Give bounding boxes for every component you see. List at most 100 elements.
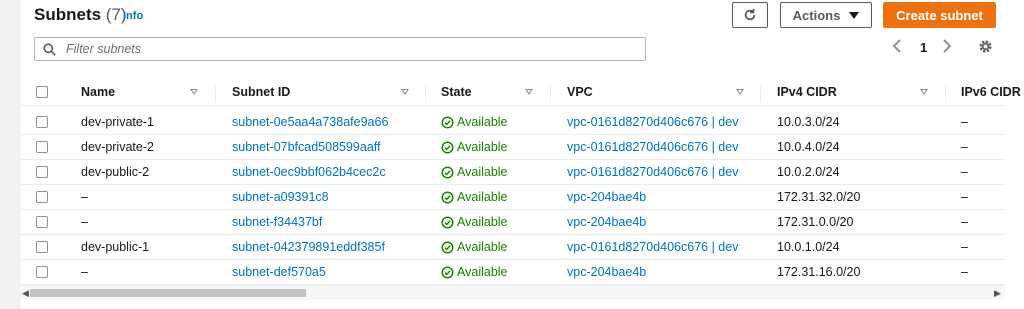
page-title: Subnets (7): [34, 5, 127, 25]
column-header-subnet-id[interactable]: Subnet ID: [232, 80, 290, 105]
select-all-checkbox[interactable]: [36, 86, 48, 98]
column-divider[interactable]: [425, 85, 426, 102]
row-checkbox[interactable]: [36, 166, 48, 178]
scroll-left-icon[interactable]: ◀: [22, 288, 29, 299]
cell-ipv6-cidr: –: [961, 115, 968, 129]
cell-name: –: [81, 265, 88, 279]
column-header-vpc[interactable]: VPC: [567, 80, 593, 105]
next-page-icon[interactable]: [942, 38, 952, 59]
cell-name: dev-private-2: [81, 140, 154, 154]
sort-icon[interactable]: [525, 89, 533, 95]
search-icon: [43, 42, 56, 56]
cell-subnet-id-link[interactable]: subnet-07bfcad508599aaff: [232, 135, 381, 159]
cell-ipv4-cidr: 172.31.16.0/20: [777, 265, 861, 279]
cell-vpc-link[interactable]: vpc-0161d8270d406c676 | dev: [567, 235, 738, 259]
cell-ipv6-cidr: –: [961, 190, 968, 204]
cell-vpc-link[interactable]: vpc-204bae4b: [567, 260, 646, 284]
scrollbar-thumb[interactable]: [30, 289, 306, 297]
column-header-name[interactable]: Name: [81, 80, 115, 105]
cell-state: Available: [441, 160, 508, 184]
refresh-icon: [744, 8, 756, 21]
caret-down-icon: [849, 11, 860, 19]
cell-vpc-link[interactable]: vpc-204bae4b: [567, 185, 646, 209]
cell-ipv4-cidr: 172.31.32.0/20: [777, 190, 861, 204]
row-checkbox[interactable]: [36, 116, 48, 128]
cell-subnet-id-link[interactable]: subnet-f34437bf: [232, 210, 322, 234]
cell-subnet-id-link[interactable]: subnet-def570a5: [232, 260, 326, 284]
sort-icon[interactable]: [190, 89, 198, 95]
column-divider[interactable]: [760, 85, 761, 102]
cell-ipv4-cidr: 10.0.1.0/24: [777, 240, 840, 254]
cell-subnet-id-link[interactable]: subnet-a09391c8: [232, 185, 329, 209]
column-divider[interactable]: [550, 85, 551, 102]
row-checkbox[interactable]: [36, 141, 48, 153]
cell-ipv6-cidr: –: [961, 215, 968, 229]
state-label: Available: [457, 165, 508, 179]
row-checkbox[interactable]: [36, 216, 48, 228]
create-subnet-button[interactable]: Create subnet: [883, 2, 996, 28]
table-row[interactable]: dev-private-1 subnet-0e5aa4a738afe9a66 A…: [20, 110, 1005, 135]
cell-state: Available: [441, 110, 508, 134]
current-page-number[interactable]: 1: [920, 40, 927, 55]
cell-name: –: [81, 215, 88, 229]
cell-ipv6-cidr: –: [961, 240, 968, 254]
cell-subnet-id-link[interactable]: subnet-0ec9bbf062b4cec2c: [232, 160, 386, 184]
column-divider[interactable]: [215, 85, 216, 102]
filter-box[interactable]: [34, 37, 646, 61]
title-text: Subnets: [34, 5, 102, 24]
cell-ipv4-cidr: 10.0.2.0/24: [777, 165, 840, 179]
table-row[interactable]: – subnet-f34437bf Available vpc-204bae4b…: [20, 210, 1005, 235]
cell-ipv6-cidr: –: [961, 140, 968, 154]
sort-icon[interactable]: [736, 89, 744, 95]
row-checkbox[interactable]: [36, 241, 48, 253]
table-row[interactable]: – subnet-a09391c8 Available vpc-204bae4b…: [20, 185, 1005, 210]
sort-icon[interactable]: [920, 89, 928, 95]
row-checkbox[interactable]: [36, 191, 48, 203]
cell-ipv6-cidr: –: [961, 165, 968, 179]
subnets-panel: Subnets (7) Info Actions Create subnet 1: [19, 0, 1024, 309]
cell-state: Available: [441, 135, 508, 159]
column-header-state[interactable]: State: [441, 80, 472, 105]
filter-input[interactable]: [64, 41, 628, 57]
cell-vpc-link[interactable]: vpc-0161d8270d406c676 | dev: [567, 110, 738, 134]
cell-state: Available: [441, 185, 508, 209]
check-circle-icon: [441, 190, 454, 204]
check-circle-icon: [441, 265, 454, 279]
table-row[interactable]: dev-public-1 subnet-042379891eddf385f Av…: [20, 235, 1005, 260]
previous-page-icon[interactable]: [892, 38, 902, 59]
actions-button[interactable]: Actions: [780, 2, 872, 28]
table-row[interactable]: – subnet-def570a5 Available vpc-204bae4b…: [20, 260, 1005, 285]
cell-subnet-id-link[interactable]: subnet-0e5aa4a738afe9a66: [232, 110, 388, 134]
column-header-ipv6-cidr[interactable]: IPv6 CIDR: [961, 80, 1021, 105]
gear-icon[interactable]: [978, 39, 993, 59]
cell-name: dev-public-1: [81, 240, 150, 254]
info-link[interactable]: Info: [123, 10, 143, 22]
state-label: Available: [457, 215, 508, 229]
cell-vpc-link[interactable]: vpc-0161d8270d406c676 | dev: [567, 135, 738, 159]
cell-name: dev-private-1: [81, 115, 154, 129]
table-row[interactable]: dev-public-2 subnet-0ec9bbf062b4cec2c Av…: [20, 160, 1005, 185]
check-circle-icon: [441, 140, 454, 154]
check-circle-icon: [441, 115, 454, 129]
check-circle-icon: [441, 165, 454, 179]
cell-vpc-link[interactable]: vpc-204bae4b: [567, 210, 646, 234]
cell-name: dev-public-2: [81, 165, 150, 179]
state-label: Available: [457, 265, 508, 279]
column-header-ipv4-cidr[interactable]: IPv4 CIDR: [777, 80, 837, 105]
cell-vpc-link[interactable]: vpc-0161d8270d406c676 | dev: [567, 160, 738, 184]
row-checkbox[interactable]: [36, 266, 48, 278]
table-header: Name Subnet ID State VPC IPv4 CIDR IPv6 …: [20, 80, 1021, 106]
refresh-button[interactable]: [732, 2, 768, 28]
table-row[interactable]: dev-private-2 subnet-07bfcad508599aaff A…: [20, 135, 1005, 160]
state-label: Available: [457, 240, 508, 254]
cell-state: Available: [441, 235, 508, 259]
state-label: Available: [457, 140, 508, 154]
cell-ipv4-cidr: 172.31.0.0/20: [777, 215, 854, 229]
column-divider[interactable]: [945, 85, 946, 102]
cell-subnet-id-link[interactable]: subnet-042379891eddf385f: [232, 235, 385, 259]
sort-icon[interactable]: [401, 89, 409, 95]
horizontal-scrollbar[interactable]: ◀ ▶: [20, 285, 1005, 300]
scroll-right-icon[interactable]: ▶: [994, 288, 1001, 299]
cell-ipv6-cidr: –: [961, 265, 968, 279]
check-circle-icon: [441, 215, 454, 229]
